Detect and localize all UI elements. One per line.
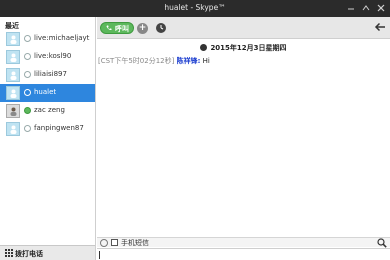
status-offline-icon [24,89,31,96]
minimize-icon[interactable] [346,3,356,13]
contact-name: live:kosl90 [34,52,72,60]
contact-name: hualet [34,88,57,96]
chat-message: [CST下午5时02分12秒] 陈祥锋: Hi [98,56,210,66]
contact-item-hualet[interactable]: hualet [0,84,95,102]
contact-name: live:michaeljayt [34,34,90,42]
contact-item-live-michaeljayt[interactable]: live:michaeljayt [0,30,95,48]
dial-label: 拨打电话 [15,250,43,258]
composer-toolbar: 手机短信 [97,237,390,248]
message-input[interactable] [97,248,390,260]
contact-item-zac-zeng[interactable]: zac zeng [0,102,95,120]
date-separator: 2015年12月3日星期四 [97,43,390,53]
add-button[interactable]: + [137,23,148,34]
back-arrow-icon[interactable] [374,21,386,33]
contact-name: liliaisi897 [34,70,67,78]
status-offline-icon [24,71,31,78]
status-offline-icon [24,125,31,132]
message-sender[interactable]: 陈祥锋: [177,57,201,65]
default-avatar-icon [6,68,20,82]
call-button[interactable]: 呼叫 [100,22,134,34]
message-timestamp: [CST下午5时02分12秒] [98,57,175,65]
status-online-icon [24,107,31,114]
conversation-pane: 呼叫 + 2015年12月3日星期四 [CST下午5时02分12秒] 陈祥锋: … [97,17,390,260]
message-text: Hi [202,57,210,65]
contact-item-fanpingwen87[interactable]: fanpingwen87 [0,120,95,138]
contact-item-liliaisi897[interactable]: liliaisi897 [0,66,95,84]
text-caret [99,251,100,259]
emoticon-icon[interactable] [100,239,108,247]
sidebar: 最近 live:michaeljayt live:kosl90 liliaisi… [0,17,96,260]
photo-avatar [6,104,20,118]
contact-item-live-kosl90[interactable]: live:kosl90 [0,48,95,66]
call-label: 呼叫 [115,25,129,33]
sms-checkbox[interactable] [111,239,118,246]
default-avatar-icon [6,32,20,46]
search-icon[interactable] [377,238,387,248]
date-label: 2015年12月3日星期四 [210,44,287,52]
status-offline-icon [24,35,31,42]
window-title: hualet - Skype™ [164,3,226,12]
phone-icon [106,25,112,31]
dial-button[interactable]: 拨打电话 [0,245,95,260]
contact-name: zac zeng [34,106,65,114]
contact-name: fanpingwen87 [34,124,84,132]
calendar-icon [200,44,208,51]
sms-label: 手机短信 [121,239,149,247]
status-offline-icon [24,53,31,60]
default-avatar-icon [6,50,20,64]
default-avatar-icon [6,122,20,136]
default-avatar-icon [6,86,20,100]
history-clock-icon[interactable] [155,22,167,34]
conversation-toolbar: 呼叫 + [97,17,390,39]
dialpad-icon [5,249,13,257]
close-icon[interactable] [376,3,386,13]
maximize-icon[interactable] [361,3,371,13]
title-bar: hualet - Skype™ [0,0,390,17]
chat-history: 2015年12月3日星期四 [CST下午5时02分12秒] 陈祥锋: Hi [97,40,390,237]
